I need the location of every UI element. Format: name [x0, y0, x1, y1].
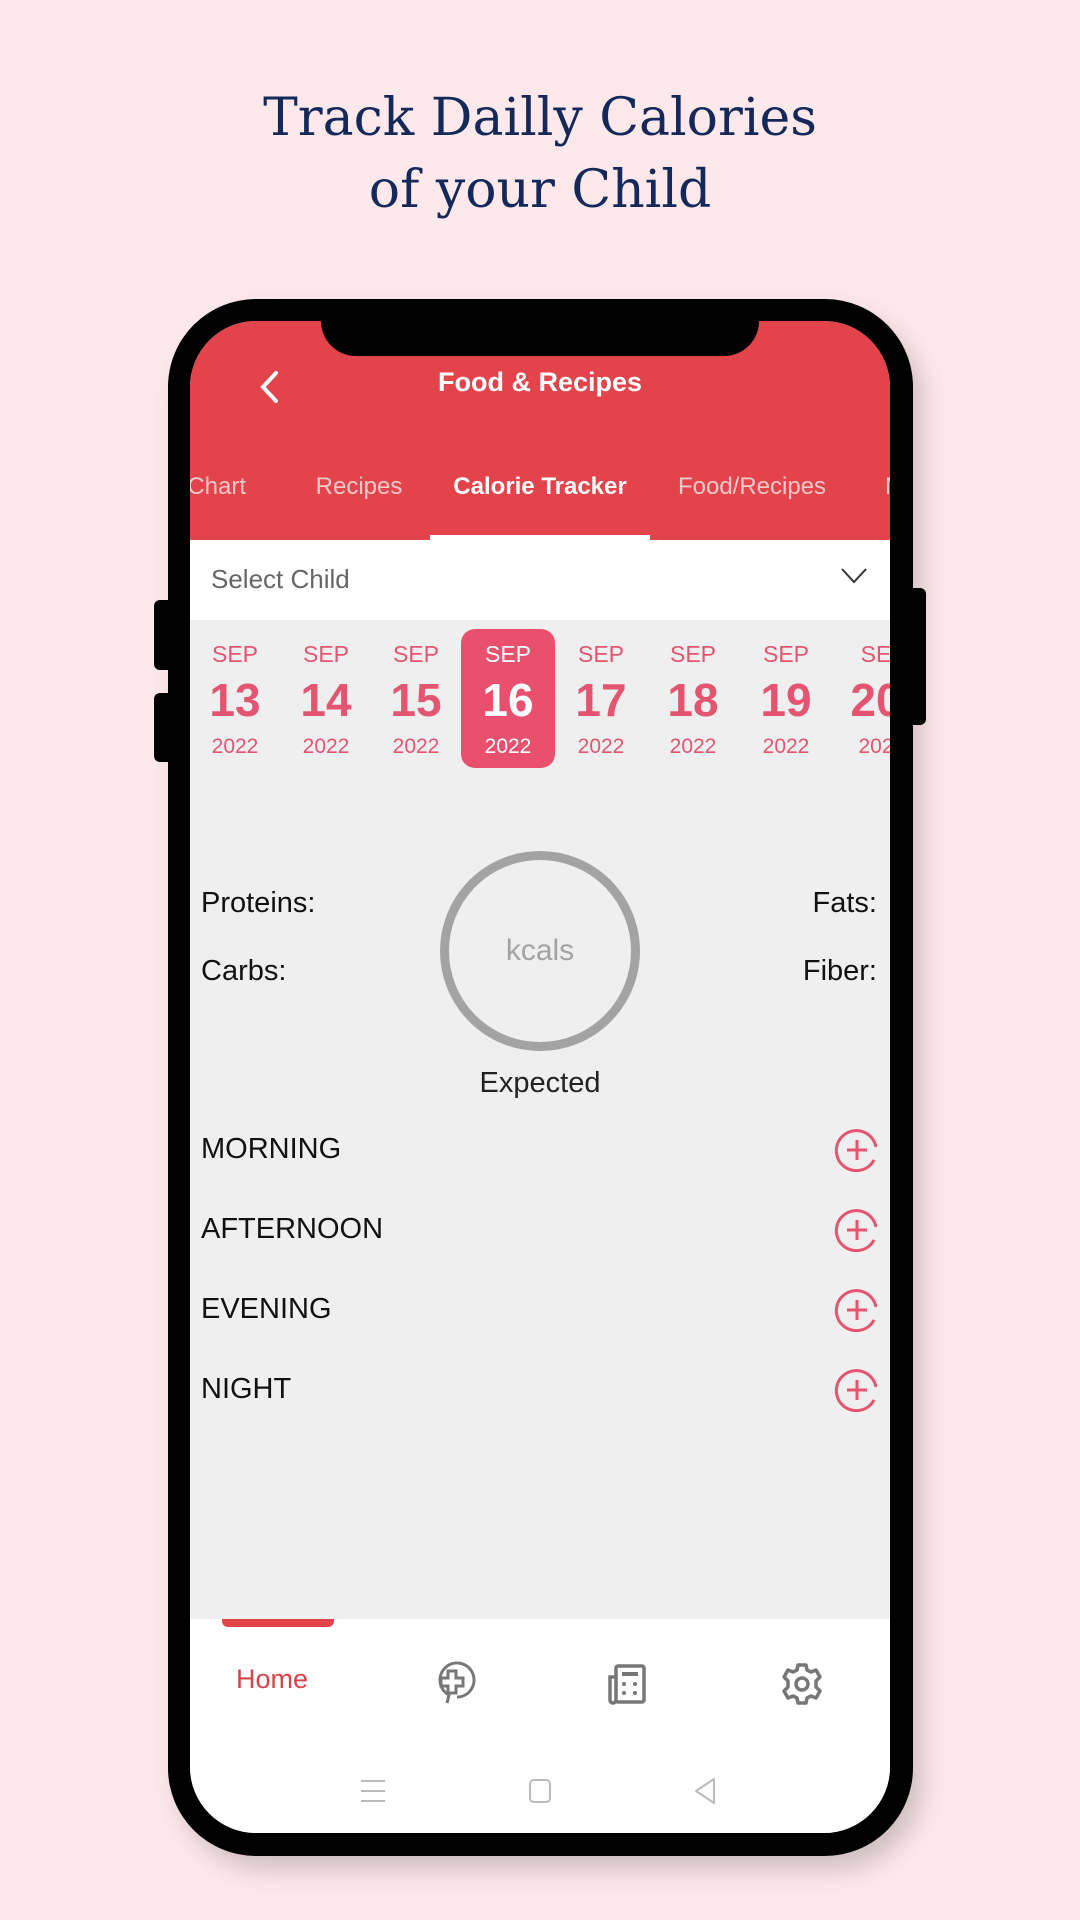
date-month: SEP [302, 641, 350, 667]
add-circle-icon[interactable] [834, 1287, 880, 1333]
carbs-label: Carbs: [201, 955, 287, 987]
kcals-label: kcals [505, 934, 575, 967]
headline: Track Dailly Calories of your Child [0, 82, 1080, 226]
date-day: 19 [760, 674, 812, 726]
date-day: 15 [390, 674, 442, 726]
menu-icon[interactable] [358, 1776, 388, 1806]
date-month: SEP [211, 641, 259, 667]
date-year: 2022 [762, 735, 810, 758]
tab-recipes[interactable]: Recipes [316, 473, 403, 501]
add-circle-icon[interactable] [834, 1127, 880, 1173]
date-day: 13 [209, 674, 261, 726]
date-item[interactable]: SEP 18 2022 [646, 629, 740, 768]
back-triangle-icon[interactable] [690, 1776, 720, 1806]
meal-label: MORNING [201, 1133, 342, 1165]
date-year: 2022 [577, 735, 625, 758]
nav-home[interactable]: Home [236, 1664, 308, 1695]
date-day: 14 [300, 674, 352, 726]
home-active-indicator [222, 1619, 334, 1627]
date-month: SEP [392, 641, 440, 667]
medical-chat-icon[interactable] [427, 1659, 477, 1709]
date-year: 2022 [484, 735, 532, 758]
date-year: 2022 [211, 735, 259, 758]
headline-line-2: of your Child [368, 160, 712, 220]
notch [321, 321, 759, 356]
select-child-dropdown[interactable]: Select Child [190, 540, 890, 620]
date-year: 2022 [669, 735, 717, 758]
date-year: 202 [858, 735, 890, 758]
fats-label: Fats: [812, 887, 877, 919]
date-item[interactable]: SE 20 202 [829, 629, 890, 768]
add-circle-icon[interactable] [834, 1207, 880, 1253]
meal-label: AFTERNOON [201, 1213, 384, 1245]
add-circle-icon[interactable] [834, 1367, 880, 1413]
chevron-down-icon [841, 568, 867, 584]
date-item[interactable]: SEP 16 2022 [461, 629, 555, 768]
phone-screen: Food & Recipes t Chart Recipes Calorie T… [190, 321, 890, 1833]
date-item[interactable]: SEP 15 2022 [369, 629, 463, 768]
tab-food-recipes[interactable]: Food/Recipes [678, 473, 826, 501]
date-item[interactable]: SEP 13 2022 [190, 629, 282, 768]
date-month: SE [860, 641, 890, 667]
proteins-label: Proteins: [201, 887, 316, 919]
date-day: 18 [667, 674, 719, 726]
date-month: SEP [484, 641, 532, 667]
headline-line-1: Track Dailly Calories [263, 88, 817, 148]
date-item[interactable]: SEP 19 2022 [739, 629, 833, 768]
meal-label: NIGHT [201, 1373, 292, 1405]
tab-chart[interactable]: t Chart [190, 473, 246, 501]
meal-label: EVENING [201, 1293, 332, 1325]
home-square-icon[interactable] [525, 1776, 555, 1806]
date-day: 17 [575, 674, 627, 726]
tab-bar: t Chart Recipes Calorie Tracker Food/Rec… [190, 473, 890, 513]
date-month: SEP [669, 641, 717, 667]
tab-more[interactable]: M [885, 473, 890, 501]
gear-icon[interactable] [777, 1659, 827, 1709]
newspaper-icon[interactable] [602, 1659, 652, 1709]
fiber-label: Fiber: [802, 955, 877, 987]
date-month: SEP [577, 641, 625, 667]
date-item[interactable]: SEP 17 2022 [554, 629, 648, 768]
page-title: Food & Recipes [437, 367, 643, 397]
date-year: 2022 [392, 735, 440, 758]
date-day: 16 [482, 674, 534, 726]
date-month: SEP [762, 641, 810, 667]
date-year: 2022 [302, 735, 350, 758]
date-item[interactable]: SEP 14 2022 [279, 629, 373, 768]
expected-label: Expected [479, 1067, 601, 1099]
date-day: 20 [850, 674, 890, 726]
tab-calorie-tracker[interactable]: Calorie Tracker [453, 473, 626, 501]
select-child-placeholder: Select Child [211, 564, 350, 594]
